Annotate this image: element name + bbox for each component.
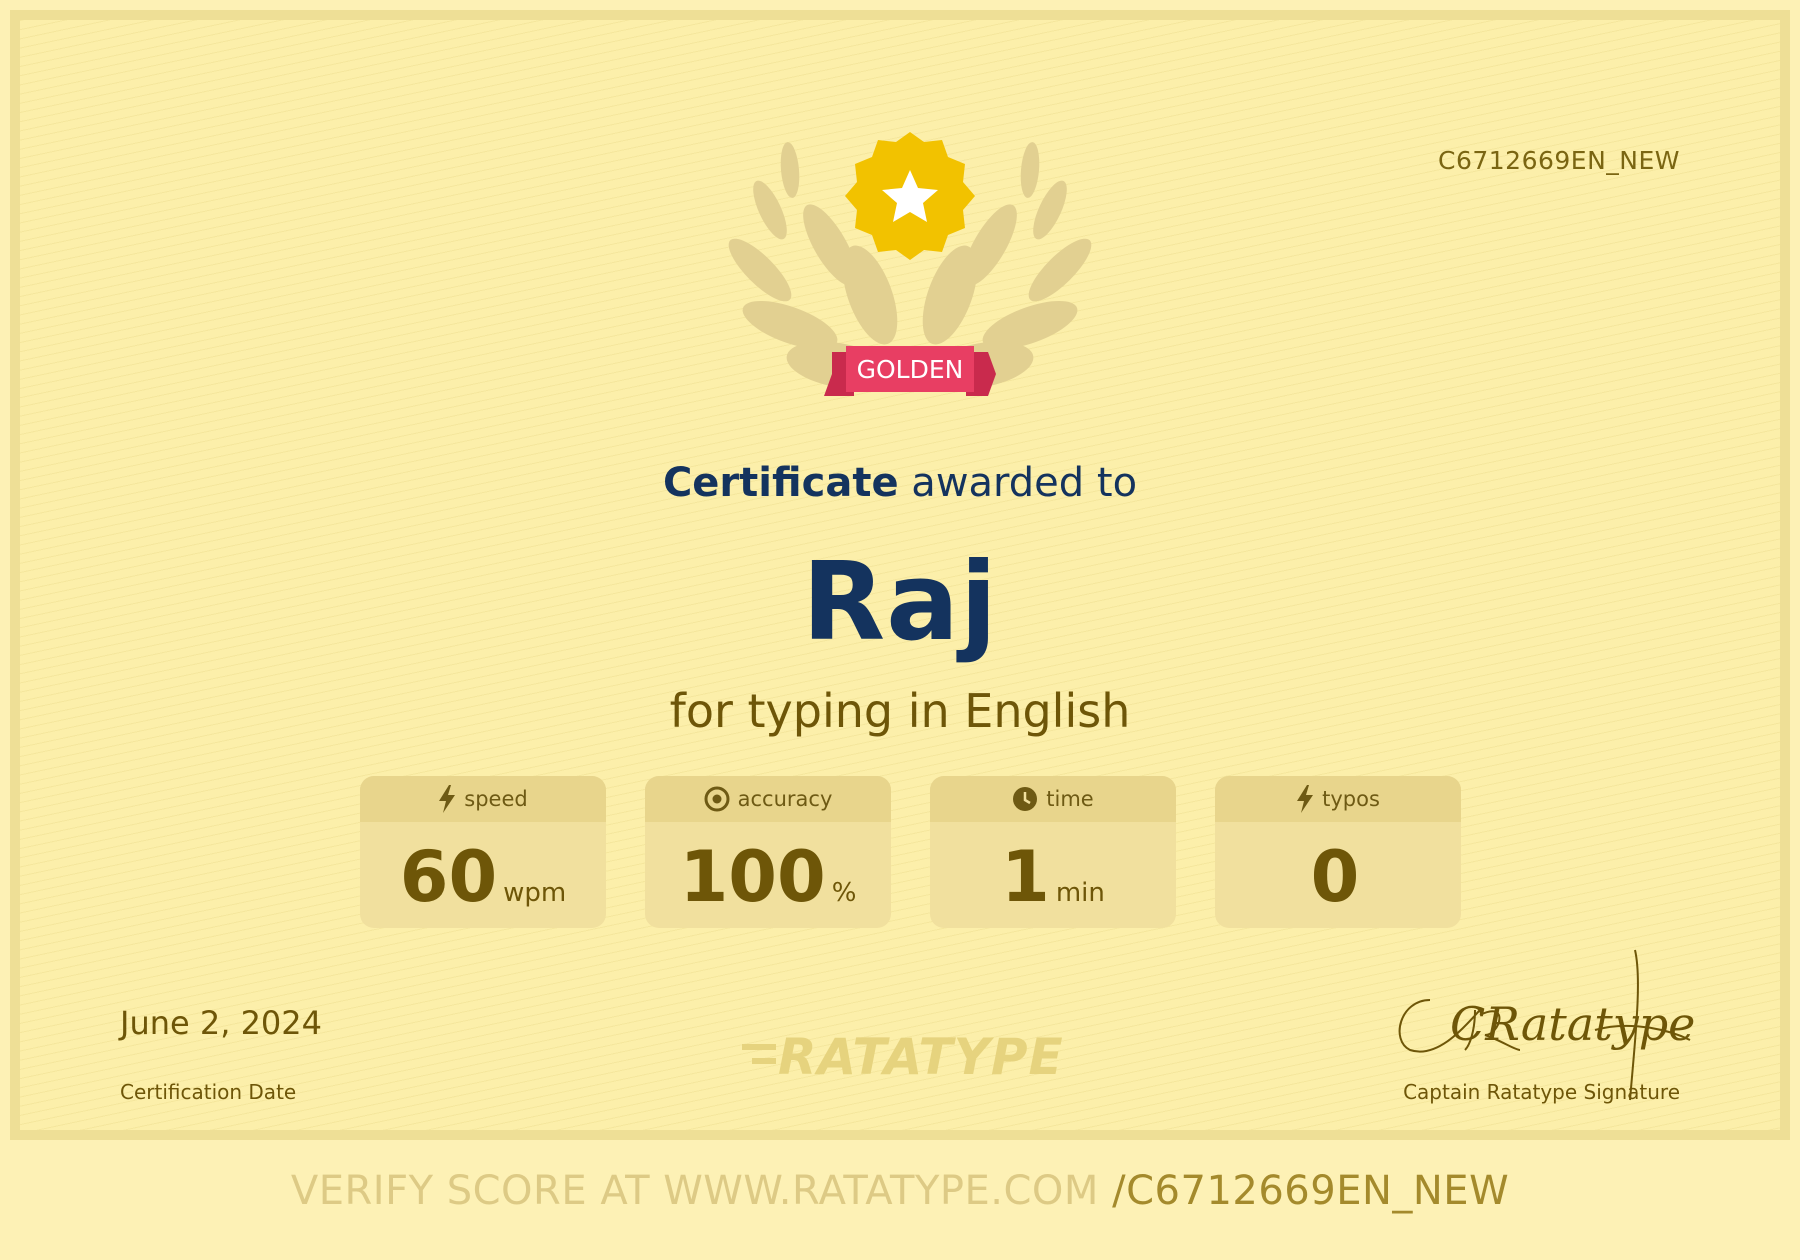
- certificate-headline: Certificate awarded to: [20, 460, 1780, 506]
- stat-value: 0: [1310, 836, 1360, 918]
- lightning-icon: [439, 785, 456, 813]
- stat-label: typos: [1322, 787, 1380, 811]
- golden-emblem: GOLDEN: [728, 132, 1092, 396]
- recipient-name: Raj: [801, 540, 999, 665]
- lightning-icon: [1297, 785, 1314, 813]
- certification-date: June 2, 2024: [120, 1004, 322, 1042]
- badge-label: GOLDEN: [857, 355, 964, 384]
- stat-label: speed: [464, 787, 528, 811]
- ribbon-badge: GOLDEN: [824, 346, 996, 396]
- stat-label: accuracy: [737, 787, 833, 811]
- stat-unit: wpm: [503, 878, 567, 908]
- logo-dash-icon: [742, 1044, 776, 1064]
- certification-date-label: Certification Date: [120, 1080, 297, 1104]
- headline-strong: Certificate: [662, 460, 899, 506]
- stat-value: 100: [679, 836, 826, 918]
- verify-line: VERIFY SCORE AT WWW.RATATYPE.COM /C67126…: [0, 1168, 1800, 1214]
- stats-panel: speed 60 wpm accuracy 100 % time 1 min t…: [360, 776, 1461, 928]
- headline-rest: awarded to: [898, 460, 1138, 506]
- signature-text: CRatatype: [1450, 997, 1695, 1051]
- verify-lead: VERIFY SCORE AT WWW.RATATYPE.COM: [290, 1168, 1113, 1214]
- stat-speed: speed 60 wpm: [360, 776, 606, 928]
- stat-value: 60: [399, 836, 498, 918]
- certificate: C6712669EN_NEW GOLDEN Certificate awarde…: [10, 10, 1790, 1140]
- signature-label: Captain Ratatype Signature: [1403, 1080, 1680, 1104]
- brand-name: RATATYPE: [778, 1028, 1064, 1086]
- certificate-subline: for typing in English: [669, 684, 1131, 738]
- stat-accuracy: accuracy 100 %: [645, 776, 891, 928]
- stat-time: time 1 min: [930, 776, 1176, 928]
- target-icon: [704, 786, 730, 812]
- clock-icon: [1013, 787, 1038, 811]
- stat-value: 1: [1001, 836, 1050, 918]
- star-medal-icon: [845, 132, 975, 260]
- stat-unit: min: [1055, 878, 1105, 908]
- ratatype-logo: RATATYPE: [738, 1028, 1098, 1088]
- stat-label: time: [1046, 787, 1094, 811]
- verify-code[interactable]: /C6712669EN_NEW: [1112, 1168, 1509, 1214]
- stat-unit: %: [831, 878, 857, 908]
- certificate-id: C6712669EN_NEW: [1437, 146, 1680, 175]
- stat-typos: typos 0: [1215, 776, 1461, 928]
